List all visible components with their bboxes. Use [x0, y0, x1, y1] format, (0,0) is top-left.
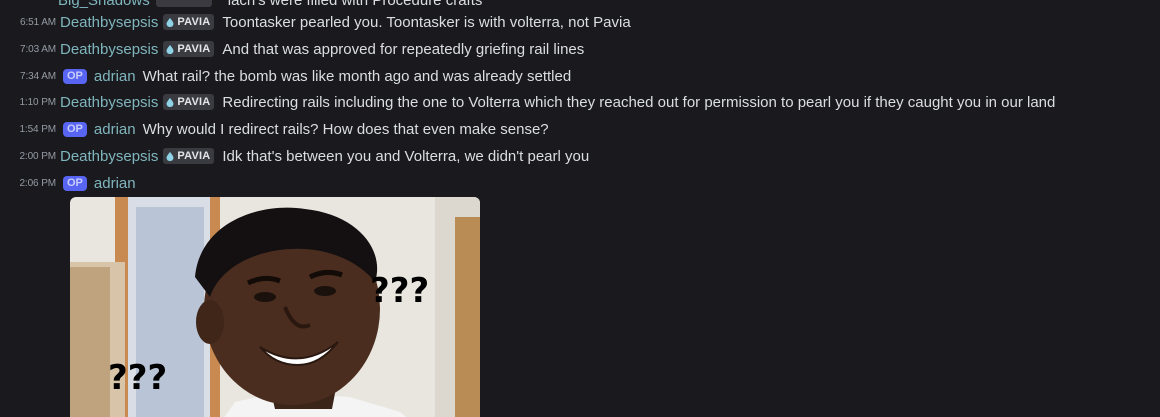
message-text: And that was approved for repeatedly gri…: [222, 40, 585, 58]
meme-label-right: ???: [370, 271, 429, 311]
message-timestamp[interactable]: 1:10 PM: [0, 97, 56, 108]
message-row: 2:06 PM OP adrian: [0, 172, 136, 194]
message-author[interactable]: Deathbysepsis: [60, 148, 158, 165]
role-tag-label: PAVIA: [177, 43, 211, 55]
meme-label-left: ???: [108, 358, 167, 398]
message-author[interactable]: adrian: [94, 121, 136, 138]
role-tag[interactable]: PAVIA: [163, 41, 215, 57]
role-tag-label: PAVIA: [177, 150, 211, 162]
message-author[interactable]: Deathbysepsis: [60, 14, 158, 31]
message-timestamp[interactable]: 2:00 PM: [0, 151, 56, 162]
message-timestamp[interactable]: 2:06 PM: [0, 178, 56, 189]
droplet-icon: [166, 151, 174, 161]
cutoff-message: Big_Shadows lach's were filled with Proc…: [0, 0, 482, 9]
message-author[interactable]: adrian: [94, 175, 136, 192]
role-tag[interactable]: PAVIA: [163, 94, 215, 110]
message-row: 7:03 AM Deathbysepsis PAVIA And that was…: [0, 38, 584, 60]
role-tag[interactable]: PAVIA: [163, 148, 215, 164]
role-tag[interactable]: PAVIA: [163, 14, 215, 30]
confused-meme-image: ??? ???: [70, 197, 480, 417]
cutoff-author[interactable]: Big_Shadows: [58, 0, 150, 9]
message-row: 7:34 AM OP adrian What rail? the bomb wa…: [0, 65, 571, 87]
message-author[interactable]: Deathbysepsis: [60, 94, 158, 111]
message-text: Toontasker pearled you. Toontasker is wi…: [222, 13, 631, 31]
message-timestamp[interactable]: 7:34 AM: [0, 71, 56, 82]
op-badge: OP: [63, 175, 87, 191]
droplet-icon: [166, 44, 174, 54]
message-row: 2:00 PM Deathbysepsis PAVIA Idk that's b…: [0, 145, 589, 167]
message-row: 6:51 AM Deathbysepsis PAVIA Toontasker p…: [0, 11, 631, 33]
message-text: Why would I redirect rails? How does tha…: [142, 120, 549, 138]
message-row: 1:54 PM OP adrian Why would I redirect r…: [0, 118, 549, 140]
message-timestamp[interactable]: 6:51 AM: [0, 17, 56, 28]
role-tag-label: PAVIA: [177, 16, 211, 28]
message-author[interactable]: adrian: [94, 68, 136, 85]
message-author[interactable]: Deathbysepsis: [60, 41, 158, 58]
cutoff-text: lach's were filled with Procedure crafts: [227, 0, 483, 9]
chat-message-list: Big_Shadows lach's were filled with Proc…: [0, 0, 1160, 417]
message-timestamp[interactable]: 1:54 PM: [0, 124, 56, 135]
op-badge: OP: [63, 68, 87, 84]
image-attachment[interactable]: ??? ???: [70, 197, 480, 417]
message-text: Redirecting rails including the one to V…: [222, 93, 1056, 111]
role-tag-label: PAVIA: [177, 96, 211, 108]
message-text: Idk that's between you and Volterra, we …: [222, 147, 590, 165]
message-text: What rail? the bomb was like month ago a…: [142, 67, 572, 85]
message-timestamp[interactable]: 7:03 AM: [0, 44, 56, 55]
message-row: 1:10 PM Deathbysepsis PAVIA Redirecting …: [0, 91, 1055, 113]
droplet-icon: [166, 17, 174, 27]
cutoff-tag: [155, 0, 212, 7]
op-badge: OP: [63, 121, 87, 137]
droplet-icon: [166, 97, 174, 107]
